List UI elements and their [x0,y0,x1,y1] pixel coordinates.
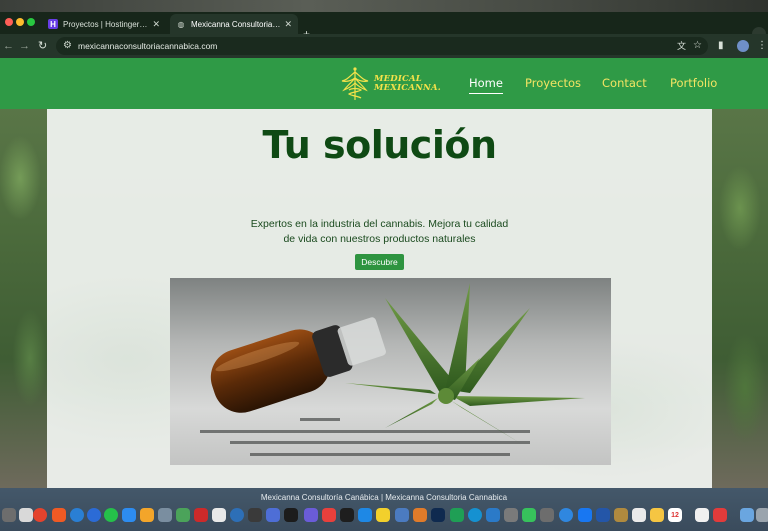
cannabis-leaf-caduceus-icon [341,67,369,100]
nav-proyectos[interactable]: Proyectos [525,76,581,90]
notes-icon[interactable] [632,508,646,522]
launchpad-icon[interactable] [19,508,33,522]
safari-icon[interactable] [70,508,84,522]
close-icon[interactable]: ✕ [284,19,292,30]
dock-icons: 12 [0,508,768,524]
close-window-button[interactable] [5,18,13,26]
app-white-icon[interactable] [212,508,226,522]
stickies-icon[interactable] [650,508,664,522]
more-menu-icon[interactable]: ⋮ [757,39,767,53]
site-logo[interactable]: MEDICAL MEXICANNA. [338,66,441,102]
page-viewport: MEDICAL MEXICANNA. Home Proyectos Contac… [0,58,768,488]
app-dark-icon[interactable] [248,508,262,522]
tab-bar: H Proyectos | Hostinger Website ✕ ◍ Mexi… [0,12,768,41]
nav-portfolio[interactable]: Portfolio [670,76,717,90]
hero-title: Tu solución [262,123,497,167]
app-yellow-icon[interactable] [376,508,390,522]
app-flag-icon[interactable] [322,508,336,522]
hero-section: Tu solución Expertos en la industria del… [47,109,712,488]
bookmark-star-icon[interactable]: ☆ [693,40,702,52]
app-shield-icon[interactable] [395,508,409,522]
tab-title: Proyectos | Hostinger Website [63,19,149,29]
globe-icon: ◍ [177,19,185,29]
cannabis-and-bottle-illustration [170,278,611,465]
zoom-window-button[interactable] [27,18,35,26]
site-info-icon[interactable]: ⚙ [63,40,72,52]
app-brown-icon[interactable] [614,508,628,522]
maps-icon[interactable] [176,508,190,522]
app-green-icon[interactable] [450,508,464,522]
appstore-icon[interactable] [122,508,136,522]
app-b2-icon[interactable] [486,508,500,522]
profile-avatar-icon[interactable] [737,40,749,52]
nav-home[interactable]: Home [469,76,503,94]
app-gray-icon[interactable] [540,508,554,522]
tab-mexicanna[interactable]: ◍ Mexicanna Consultoria Canábica ✕ [170,14,298,34]
bluetooth-icon[interactable] [578,508,592,522]
app-s-icon[interactable] [340,508,354,522]
app-red2-icon[interactable] [713,508,727,522]
photos-icon[interactable] [140,508,154,522]
reload-icon[interactable]: ↻ [38,39,47,53]
desktop-top-strip [0,0,768,12]
nav-contact[interactable]: Contact [602,76,647,90]
macos-dock: Mexicanna Consultoría Canábica | Mexican… [0,488,768,531]
app-b-icon[interactable] [358,508,372,522]
tab-title: Mexicanna Consultoria Canábica [191,19,281,29]
wordpress-icon[interactable] [230,508,244,522]
brave-icon[interactable] [52,508,66,522]
hostinger-icon: H [48,19,58,29]
side-panel-icon[interactable]: ▮ [718,39,724,53]
hero-description-line-1: Expertos en la industria del cannabis. M… [250,218,509,230]
app-grid-icon[interactable] [504,508,518,522]
omnibox[interactable]: ⚙ mexicannaconsultoriacannabica.com 文 ☆ [56,37,708,55]
canva-icon[interactable] [304,508,318,522]
app-circle-icon[interactable] [559,508,573,522]
app-red-icon[interactable] [194,508,208,522]
logo-wordmark: MEDICAL MEXICANNA. [374,75,441,93]
trash-icon[interactable] [756,508,768,522]
downloads-folder-icon[interactable] [740,508,754,522]
url-text[interactable]: mexicannaconsultoriacannabica.com [78,40,217,52]
window-title: Mexicanna Consultoría Canábica | Mexican… [260,493,508,502]
close-icon[interactable]: ✕ [152,19,160,30]
photoshop-icon[interactable] [431,508,445,522]
preview-icon[interactable] [158,508,172,522]
translate-icon[interactable]: 文 [677,40,686,52]
hero-description-line-2: de vida con nuestros productos naturales [283,233,476,245]
app-blue-icon[interactable] [266,508,280,522]
chrome-icon[interactable] [33,508,47,522]
tab-hostinger[interactable]: H Proyectos | Hostinger Website ✕ [42,14,166,34]
descubre-button[interactable]: Descubre [355,254,404,270]
capcut-icon[interactable] [284,508,298,522]
logo-line-2: MEXICANNA. [374,83,441,93]
blender-icon[interactable] [413,508,427,522]
calendar-icon[interactable]: 12 [668,508,682,522]
minimize-window-button[interactable] [16,18,24,26]
hero-description: Expertos en la industria del cannabis. M… [237,217,522,247]
app-cyan-icon[interactable] [468,508,482,522]
address-toolbar: ← → ↻ ⚙ mexicannaconsultoriacannabica.co… [0,34,768,58]
edge-icon[interactable] [87,508,101,522]
finder-icon[interactable] [2,508,16,522]
whatsapp-icon[interactable] [104,508,118,522]
forward-arrow-icon[interactable]: → [19,39,30,53]
site-header: MEDICAL MEXICANNA. Home Proyectos Contac… [0,58,768,109]
hero-image-cannabis-bottle [170,278,611,465]
back-arrow-icon[interactable]: ← [3,39,14,53]
app-white2-icon[interactable] [695,508,709,522]
app-navy-icon[interactable] [596,508,610,522]
messages-icon[interactable] [522,508,536,522]
